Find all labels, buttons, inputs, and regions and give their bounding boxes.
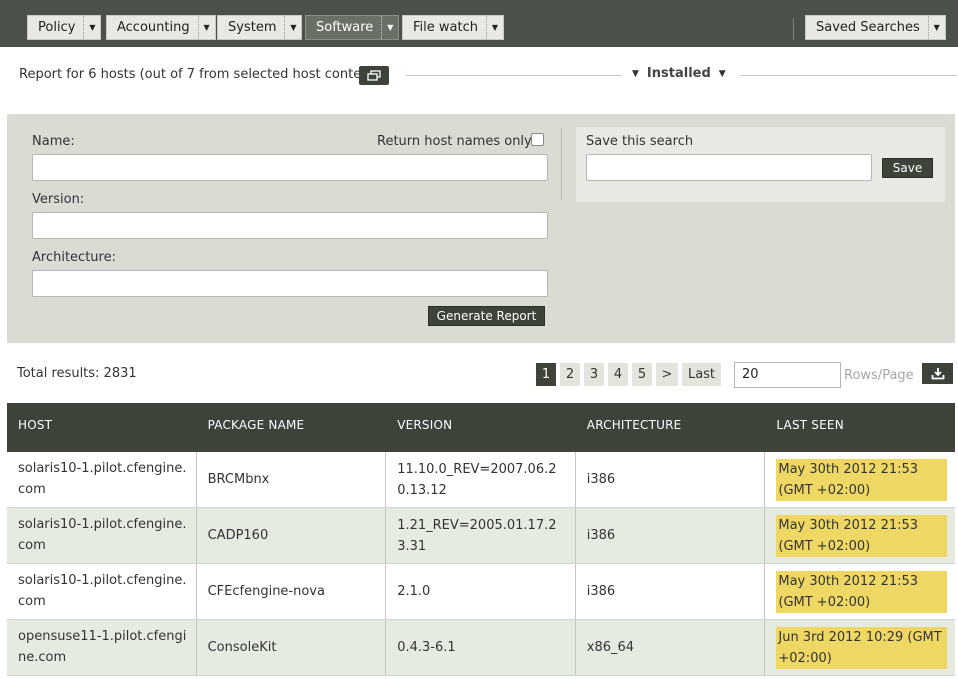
table-row: solaris10-1.pilot.cfengine.com CADP160 1… <box>7 508 955 564</box>
package-cell: ConsoleKit <box>197 620 387 675</box>
last-seen-cell: May 30th 2012 21:53 (GMT +02:00) <box>765 564 955 619</box>
save-search-label: Save this search <box>586 134 694 149</box>
rows-per-page-input[interactable]: 20 <box>734 362 841 388</box>
package-cell: BRCMbnx <box>197 452 387 507</box>
chevron-down-icon[interactable]: ▼ <box>485 16 503 39</box>
next-page-button[interactable]: > <box>656 363 678 386</box>
triangle-down-icon: ▼ <box>632 68 639 79</box>
version-cell: 0.4.3-6.1 <box>386 620 576 675</box>
architecture-cell: x86_64 <box>576 620 766 675</box>
generate-report-button[interactable]: Generate Report <box>428 306 545 326</box>
host-context-button[interactable] <box>359 66 389 85</box>
saved-searches-menu[interactable]: Saved Searches ▼ <box>805 15 946 40</box>
menu-software[interactable]: Software ▼ <box>305 15 400 40</box>
column-header-package[interactable]: PACKAGE NAME <box>197 403 387 452</box>
host-names-only-checkbox[interactable] <box>531 133 544 146</box>
divider-line <box>740 75 957 76</box>
chevron-down-icon[interactable]: ▼ <box>927 16 945 39</box>
architecture-label: Architecture: <box>32 250 116 265</box>
host-cell[interactable]: solaris10-1.pilot.cfengine.com <box>7 508 197 563</box>
architecture-input[interactable] <box>32 270 548 297</box>
menu-label: Software <box>316 20 374 35</box>
page-1-button[interactable]: 1 <box>536 363 556 386</box>
download-icon <box>931 368 944 380</box>
page-2-button[interactable]: 2 <box>560 363 580 386</box>
panel-divider <box>561 128 562 200</box>
host-cell[interactable]: solaris10-1.pilot.cfengine.com <box>7 452 197 507</box>
architecture-cell: i386 <box>576 452 766 507</box>
menu-label: Accounting <box>117 20 190 35</box>
top-nav-bar: Policy ▼ Accounting ▼ System ▼ Software … <box>0 0 958 47</box>
last-seen-highlight: Jun 3rd 2012 10:29 (GMT +02:00) <box>776 626 947 669</box>
window-stack-icon <box>367 69 381 81</box>
version-label: Version: <box>32 192 85 207</box>
column-header-architecture[interactable]: ARCHITECTURE <box>576 403 766 452</box>
last-seen-highlight: May 30th 2012 21:53 (GMT +02:00) <box>776 458 947 501</box>
menu-label: File watch <box>413 20 478 35</box>
column-header-version[interactable]: VERSION <box>386 403 576 452</box>
last-seen-highlight: May 30th 2012 21:53 (GMT +02:00) <box>776 514 947 557</box>
version-cell: 11.10.0_REV=2007.06.20.13.12 <box>386 452 576 507</box>
view-selector[interactable]: ▼ Installed ▼ <box>632 66 726 81</box>
chevron-down-icon[interactable]: ▼ <box>83 16 100 39</box>
chevron-down-icon[interactable]: ▼ <box>197 16 215 39</box>
host-cell[interactable]: solaris10-1.pilot.cfengine.com <box>7 564 197 619</box>
version-input[interactable] <box>32 212 548 239</box>
host-cell[interactable]: opensuse11-1.pilot.cfengine.com <box>7 620 197 675</box>
menu-system[interactable]: System ▼ <box>217 15 303 40</box>
last-page-button[interactable]: Last <box>682 363 721 386</box>
view-selector-label: Installed <box>646 66 711 81</box>
table-row: solaris10-1.pilot.cfengine.com CFEcfengi… <box>7 564 955 620</box>
last-seen-highlight: May 30th 2012 21:53 (GMT +02:00) <box>776 570 947 613</box>
save-search-input[interactable] <box>586 154 872 181</box>
architecture-cell: i386 <box>576 564 766 619</box>
column-header-host[interactable]: HOST <box>7 403 197 452</box>
column-header-last-seen[interactable]: LAST SEEN <box>765 403 955 452</box>
version-cell: 2.1.0 <box>386 564 576 619</box>
page-3-button[interactable]: 3 <box>584 363 604 386</box>
host-names-only-label: Return host names only: <box>377 134 536 149</box>
menu-label: Policy <box>38 20 76 35</box>
package-cell: CADP160 <box>197 508 387 563</box>
rows-per-page-label: Rows/Page <box>844 368 914 383</box>
last-seen-cell: May 30th 2012 21:53 (GMT +02:00) <box>765 452 955 507</box>
chevron-down-icon[interactable]: ▼ <box>284 16 301 39</box>
name-input[interactable] <box>32 154 548 181</box>
table-row: solaris10-1.pilot.cfengine.com BRCMbnx 1… <box>7 452 955 508</box>
report-info-text: Report for 6 hosts (out of 7 from select… <box>19 67 379 82</box>
last-seen-cell: Jun 3rd 2012 10:29 (GMT +02:00) <box>765 620 955 675</box>
page-4-button[interactable]: 4 <box>608 363 628 386</box>
name-label: Name: <box>32 134 75 149</box>
nav-divider <box>793 18 794 40</box>
save-button[interactable]: Save <box>882 158 933 178</box>
total-results: Total results: 2831 <box>17 366 137 381</box>
page-5-button[interactable]: 5 <box>632 363 652 386</box>
menu-accounting[interactable]: Accounting ▼ <box>106 15 216 40</box>
triangle-down-icon: ▼ <box>718 68 726 79</box>
package-cell: CFEcfengine-nova <box>197 564 387 619</box>
table-header: HOST PACKAGE NAME VERSION ARCHITECTURE L… <box>7 403 955 452</box>
divider-line <box>406 75 622 76</box>
version-cell: 1.21_REV=2005.01.17.23.31 <box>386 508 576 563</box>
results-table: HOST PACKAGE NAME VERSION ARCHITECTURE L… <box>7 403 955 676</box>
table-row: opensuse11-1.pilot.cfengine.com ConsoleK… <box>7 620 955 676</box>
last-seen-cell: May 30th 2012 21:53 (GMT +02:00) <box>765 508 955 563</box>
menu-file-watch[interactable]: File watch ▼ <box>402 15 504 40</box>
chevron-down-icon[interactable]: ▼ <box>381 16 398 39</box>
architecture-cell: i386 <box>576 508 766 563</box>
download-button[interactable] <box>922 363 953 384</box>
menu-label: Saved Searches <box>816 20 920 35</box>
menu-policy[interactable]: Policy ▼ <box>27 15 102 40</box>
menu-label: System <box>228 20 277 35</box>
